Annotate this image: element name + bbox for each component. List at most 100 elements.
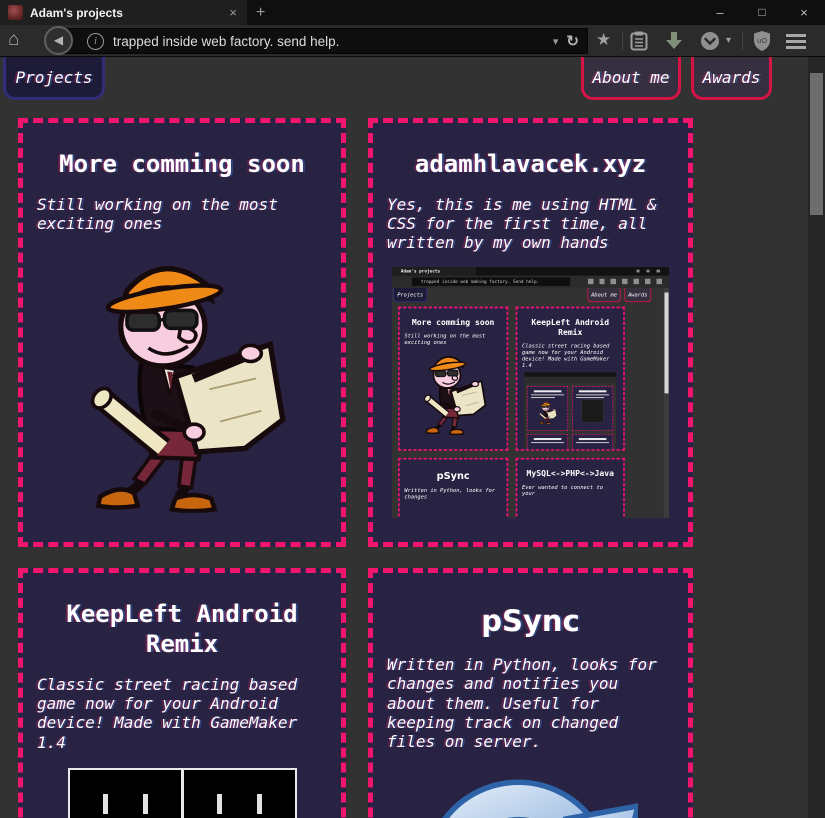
lane-marking — [257, 794, 262, 814]
tab-close-icon[interactable]: × — [229, 5, 237, 20]
game-screenshot-image — [68, 768, 297, 818]
window-controls: – □ × — [699, 0, 825, 25]
lane-marking — [217, 794, 222, 814]
text-smudge — [579, 438, 607, 440]
nav-about-label: About me — [592, 68, 669, 87]
close-button[interactable]: × — [783, 0, 825, 25]
mini-card-title: More comming soon — [404, 317, 503, 327]
home-icon[interactable]: ⌂ — [8, 29, 19, 51]
back-button-icon[interactable]: ◀ — [44, 26, 73, 55]
mini-card-psync: pSync Written in Python, looks for chang… — [398, 457, 508, 517]
mini-card-description: Written in Python, looks for changes — [404, 487, 501, 500]
card-title: More comming soon — [35, 149, 329, 179]
mini-window-controls — [636, 269, 666, 272]
card-keepleft-android-remix: KeepLeft Android Remix Classic street ra… — [18, 568, 346, 818]
minimize-button[interactable]: – — [699, 0, 741, 25]
bookmark-star-icon[interactable]: ★ — [596, 30, 611, 50]
mini-nav-about: About me — [587, 287, 621, 301]
url-text[interactable]: trapped inside web factory. send help. — [113, 34, 553, 49]
card-description: Yes, this is me using HTML & CSS for the… — [387, 195, 674, 253]
website-screenshot-image: Adam's projects trapped inside web makin… — [392, 267, 669, 518]
mini-card-title: pSync — [404, 469, 503, 481]
lane-marking — [143, 794, 148, 814]
nav-projects-button[interactable]: Projects — [3, 57, 105, 100]
card-description: Written in Python, looks for changes and… — [387, 655, 674, 751]
text-smudge — [579, 390, 607, 392]
mini-card-description: Classic street racing based game now for… — [522, 342, 618, 368]
tiny-card — [527, 433, 568, 450]
mini-nav-label: About me — [591, 291, 617, 297]
nav-about-me-button[interactable]: About me — [581, 57, 681, 100]
mini-titlebar: Adam's projects — [392, 267, 669, 276]
text-smudge — [576, 442, 609, 443]
tiny-webpage — [524, 382, 616, 450]
mini-webpage: Projects About me Awards More comming so… — [392, 287, 669, 517]
tiny-titlebar — [524, 372, 616, 377]
tiny-screenshot-image — [524, 371, 616, 450]
pocket-dropdown-icon[interactable]: ▾ — [726, 35, 731, 46]
mini-card-title: KeepLeft Android Remix — [521, 317, 619, 337]
maximize-button[interactable]: □ — [741, 0, 783, 25]
mini-toolbar: trapped inside web making factory. Send … — [392, 275, 669, 287]
mini-page: Adam's projects trapped inside web makin… — [392, 267, 669, 518]
tiny-toolbar — [524, 376, 616, 382]
sync-arrow-icon — [423, 765, 638, 818]
tiny-screenshot-placeholder — [582, 399, 604, 422]
tab-title: Adam's projects — [30, 6, 229, 20]
pocket-icon[interactable] — [700, 31, 720, 51]
url-dropdown-icon[interactable]: ▾ — [553, 35, 559, 48]
mini-card-title: MySQL<->PHP<->Java — [521, 468, 619, 478]
mini-card-description: Ever wanted to connect to your — [522, 483, 618, 496]
browser-window: Adam's projects × + – □ × ⌂ ◀ i trapped … — [0, 0, 825, 818]
url-bar[interactable]: i trapped inside web factory. send help.… — [64, 28, 588, 54]
tiny-architect-cartoon — [538, 399, 557, 424]
mini-architect-cartoon — [419, 348, 488, 436]
nav-projects-label: Projects — [15, 68, 92, 87]
mini-card-keepleft: KeepLeft Android Remix Classic street ra… — [516, 306, 625, 450]
text-smudge — [531, 397, 555, 398]
mini-nav-label: Awards — [628, 291, 647, 297]
reload-icon[interactable]: ↻ — [566, 32, 579, 50]
game-road-panel — [70, 770, 181, 818]
webpage: Projects About me Awards More comming so… — [0, 57, 825, 818]
mini-scrollbar-thumb — [664, 292, 668, 393]
mini-nav-label: Projects — [397, 291, 423, 297]
nav-awards-label: Awards — [703, 68, 761, 87]
reading-list-icon[interactable] — [630, 31, 648, 51]
mini-nav-projects: Projects — [393, 287, 427, 301]
site-info-icon[interactable]: i — [87, 33, 104, 50]
nav-awards-button[interactable]: Awards — [691, 57, 772, 100]
text-smudge — [534, 390, 562, 392]
card-description: Still working on the most exciting ones — [37, 195, 327, 233]
tiny-card — [572, 386, 613, 430]
toolbar-divider — [622, 32, 623, 50]
menu-hamburger-icon[interactable] — [786, 34, 806, 37]
mini-nav-awards: Awards — [624, 287, 651, 301]
page-scrollbar[interactable] — [808, 57, 825, 818]
ublock-shield-icon[interactable]: uO — [752, 30, 772, 52]
browser-titlebar: Adam's projects × + – □ × — [0, 0, 825, 25]
tiny-card — [572, 433, 613, 450]
tiny-card — [527, 386, 568, 430]
text-smudge — [531, 394, 564, 395]
text-smudge — [534, 438, 562, 440]
scrollbar-thumb[interactable] — [810, 73, 823, 215]
card-description: Classic street racing based game now for… — [37, 675, 327, 752]
card-title: pSync — [385, 603, 676, 639]
new-tab-button[interactable]: + — [256, 2, 265, 23]
card-more-coming-soon: More comming soon Still working on the m… — [18, 118, 346, 547]
text-smudge — [531, 442, 564, 443]
mini-project-grid: More comming soon Still working on the m… — [398, 306, 625, 517]
tab-favicon — [8, 5, 23, 20]
mini-scrollbar — [664, 287, 669, 517]
browser-tab[interactable]: Adam's projects × — [0, 0, 247, 25]
lane-marking — [103, 794, 108, 814]
card-psync: pSync Written in Python, looks for chang… — [368, 568, 693, 818]
mini-toolbar-icons — [588, 278, 665, 283]
project-grid: More comming soon Still working on the m… — [18, 118, 693, 818]
architect-cartoon-image — [75, 241, 290, 516]
svg-text:uO: uO — [757, 37, 767, 45]
card-title: KeepLeft Android Remix — [35, 599, 329, 659]
mini-url-text: trapped inside web making factory. Send … — [412, 277, 570, 285]
download-icon[interactable] — [664, 31, 684, 51]
